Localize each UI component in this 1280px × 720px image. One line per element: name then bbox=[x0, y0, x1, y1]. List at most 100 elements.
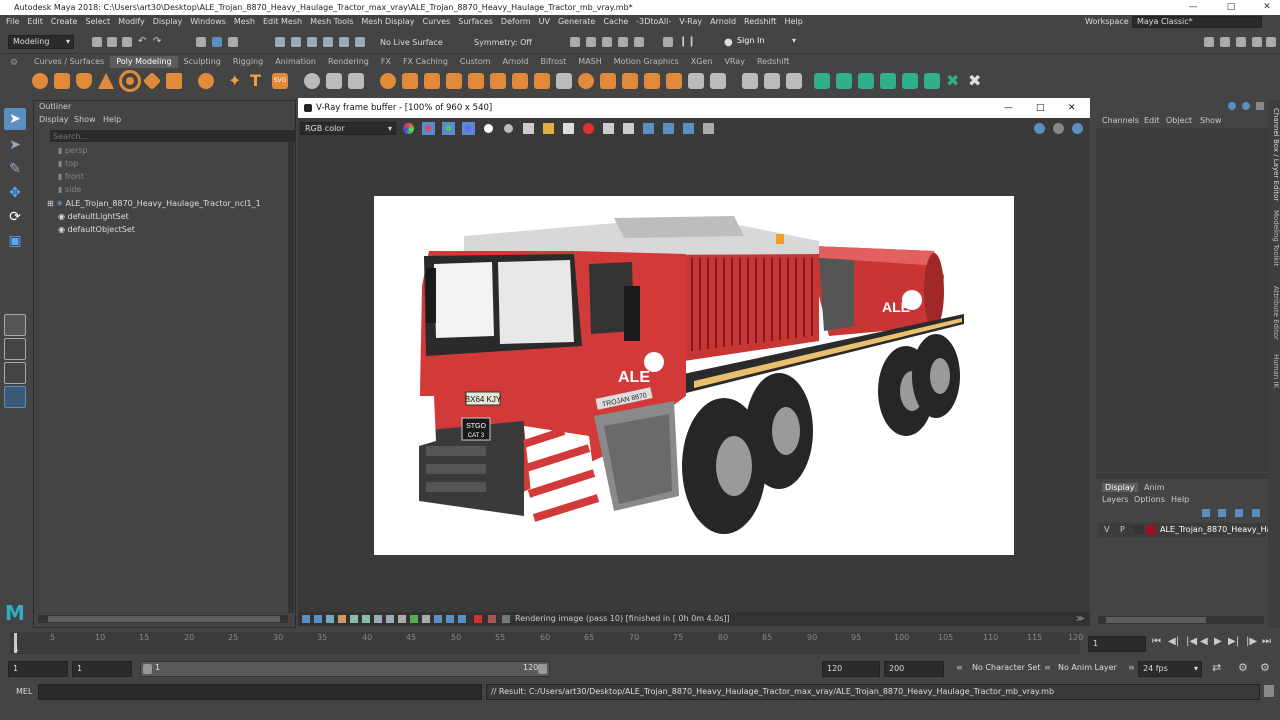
menu-surfaces[interactable]: Surfaces bbox=[458, 17, 493, 26]
vray-settings-icon[interactable] bbox=[1034, 123, 1045, 134]
settings-icon[interactable] bbox=[398, 615, 406, 623]
shelf-tab-bifrost[interactable]: Bifrost bbox=[534, 56, 572, 68]
pause-icon[interactable]: ❙❙ bbox=[679, 37, 696, 47]
track-mouse-icon[interactable] bbox=[623, 123, 634, 134]
single-pane-icon[interactable] bbox=[4, 314, 26, 336]
outliner-item-top[interactable]: ▮ top bbox=[58, 157, 78, 170]
layer-name[interactable]: ALE_Trojan_8870_Heavy_Haulag bbox=[1160, 525, 1280, 534]
uv-planar-icon[interactable] bbox=[814, 73, 830, 89]
menu-mesh-display[interactable]: Mesh Display bbox=[361, 17, 414, 26]
outliner-search-input[interactable] bbox=[50, 130, 295, 142]
separate-icon[interactable] bbox=[326, 73, 342, 89]
poly-torus-icon[interactable] bbox=[119, 70, 141, 92]
outliner-item-default-light-set[interactable]: ◉ defaultLightSet bbox=[58, 210, 129, 223]
render-current-icon[interactable] bbox=[586, 37, 596, 47]
hypershade-icon[interactable] bbox=[634, 37, 644, 47]
anim-layer-dropdown[interactable]: No Anim Layer bbox=[1058, 663, 1117, 672]
shelf-tab-arnold[interactable]: Arnold bbox=[497, 56, 535, 68]
menu-cache[interactable]: Cache bbox=[603, 17, 628, 26]
attribute-editor-icon[interactable] bbox=[1220, 37, 1230, 47]
side-tab-modeling-toolkit[interactable]: Modeling Toolkit bbox=[1268, 210, 1280, 266]
menu-edit-mesh[interactable]: Edit Mesh bbox=[263, 17, 302, 26]
menu-mesh-tools[interactable]: Mesh Tools bbox=[310, 17, 353, 26]
poly-plane-icon[interactable] bbox=[142, 71, 162, 91]
outliner-menu-display[interactable]: Display bbox=[39, 115, 69, 124]
boolean-icon[interactable] bbox=[380, 73, 396, 89]
channel-menu-show[interactable]: Show bbox=[1200, 116, 1222, 125]
select-component-icon[interactable] bbox=[228, 37, 238, 47]
panel-splitter[interactable] bbox=[1096, 473, 1268, 479]
live-surface-label[interactable]: No Live Surface bbox=[380, 38, 443, 47]
reduce-icon[interactable] bbox=[490, 73, 506, 89]
hand-icon[interactable] bbox=[446, 615, 454, 623]
clear-image-icon[interactable] bbox=[563, 123, 574, 134]
slide-edge-icon[interactable] bbox=[764, 73, 780, 89]
menu-3dtoall[interactable]: -3DtoAll- bbox=[636, 17, 671, 26]
side-tab-human-ik[interactable]: Human IK bbox=[1268, 354, 1280, 388]
zoom-icon[interactable] bbox=[458, 615, 466, 623]
layer-visibility-toggle[interactable]: V bbox=[1104, 525, 1109, 534]
shelf-tab-fx[interactable]: FX bbox=[375, 56, 397, 68]
maximize-icon[interactable]: □ bbox=[1218, 0, 1244, 15]
menu-file[interactable]: File bbox=[6, 17, 19, 26]
super-shape-icon[interactable]: ✦ bbox=[228, 73, 244, 89]
layers-menu-help[interactable]: Help bbox=[1171, 495, 1189, 504]
layer-editor-icon[interactable] bbox=[1266, 37, 1276, 47]
menu-vray[interactable]: V-Ray bbox=[679, 17, 702, 26]
shelf-tab-poly-modeling[interactable]: Poly Modeling bbox=[110, 56, 178, 68]
menu-create[interactable]: Create bbox=[51, 17, 78, 26]
redo-icon[interactable]: ↷ bbox=[153, 37, 163, 47]
expand-panel-icon[interactable]: ≫ bbox=[1076, 612, 1084, 626]
shelf-tab-rendering[interactable]: Rendering bbox=[322, 56, 375, 68]
snap-surface-icon[interactable] bbox=[339, 37, 349, 47]
select-tool-icon[interactable]: ➤ bbox=[4, 108, 26, 130]
select-object-icon[interactable] bbox=[212, 37, 222, 47]
step-forward-key-icon[interactable]: |▶ bbox=[1246, 636, 1257, 647]
go-to-start-icon[interactable]: ⏮ bbox=[1152, 636, 1161, 647]
channel-menu-channels[interactable]: Channels bbox=[1102, 116, 1139, 125]
range-start-handle[interactable] bbox=[143, 664, 152, 674]
side-tab-attribute-editor[interactable]: Attribute Editor bbox=[1268, 286, 1280, 340]
new-layer-icon[interactable] bbox=[1235, 509, 1243, 517]
auto-key-icon[interactable]: ⚙ bbox=[1238, 661, 1248, 674]
go-to-end-icon[interactable]: ⏭ bbox=[1262, 636, 1271, 647]
lens-effects-icon[interactable] bbox=[703, 123, 714, 134]
poly-cube-icon[interactable] bbox=[54, 73, 70, 89]
range-bar[interactable]: 1 120 bbox=[140, 661, 550, 677]
extract-icon[interactable] bbox=[424, 73, 440, 89]
mirror-icon[interactable] bbox=[402, 73, 418, 89]
layer-color-swatch[interactable] bbox=[1146, 525, 1156, 535]
platonic-icon[interactable] bbox=[198, 73, 214, 89]
play-backward-icon[interactable]: ◀ bbox=[1200, 636, 1208, 647]
layer-playback-toggle[interactable]: P bbox=[1120, 525, 1125, 534]
load-image-icon[interactable] bbox=[543, 123, 554, 134]
smooth-icon[interactable] bbox=[348, 73, 364, 89]
menu-display[interactable]: Display bbox=[153, 17, 183, 26]
red-channel-icon[interactable]: ● bbox=[422, 122, 435, 135]
save-image-icon[interactable] bbox=[523, 123, 534, 134]
shelf-options-icon[interactable]: ⚙ bbox=[10, 58, 18, 68]
uv-unfold-icon[interactable] bbox=[902, 73, 918, 89]
channel-box-float-icon[interactable] bbox=[1256, 102, 1264, 110]
workspace-dropdown[interactable]: Maya Classic* bbox=[1132, 16, 1262, 28]
sculpt-icon[interactable] bbox=[742, 73, 758, 89]
log-icon[interactable] bbox=[502, 615, 510, 623]
uv-cut-icon[interactable]: ✖ bbox=[946, 73, 962, 89]
shelf-tab-mash[interactable]: MASH bbox=[572, 56, 607, 68]
vray-info-icon[interactable] bbox=[1072, 123, 1083, 134]
svg-icon[interactable]: SVG bbox=[272, 73, 288, 89]
bevel-icon[interactable] bbox=[600, 73, 616, 89]
debug-shading-icon[interactable] bbox=[488, 615, 496, 623]
minimize-icon[interactable]: — bbox=[1004, 98, 1013, 118]
snap-plane-icon[interactable] bbox=[323, 37, 333, 47]
step-back-frame-icon[interactable]: |◀ bbox=[1186, 636, 1197, 647]
vray-log-icon[interactable] bbox=[1053, 123, 1064, 134]
current-frame-field[interactable]: 1 bbox=[1088, 636, 1146, 652]
outliner-item-front[interactable]: ▮ front bbox=[58, 170, 84, 183]
side-tab-channel-box[interactable]: Channel Box / Layer Editor bbox=[1268, 108, 1280, 201]
combine-icon[interactable] bbox=[304, 73, 320, 89]
character-set-dropdown[interactable]: No Character Set bbox=[972, 663, 1041, 672]
target-weld-icon[interactable] bbox=[666, 73, 682, 89]
playback-end-field[interactable]: 120 bbox=[822, 661, 880, 677]
shelf-tab-redshift[interactable]: Redshift bbox=[751, 56, 795, 68]
